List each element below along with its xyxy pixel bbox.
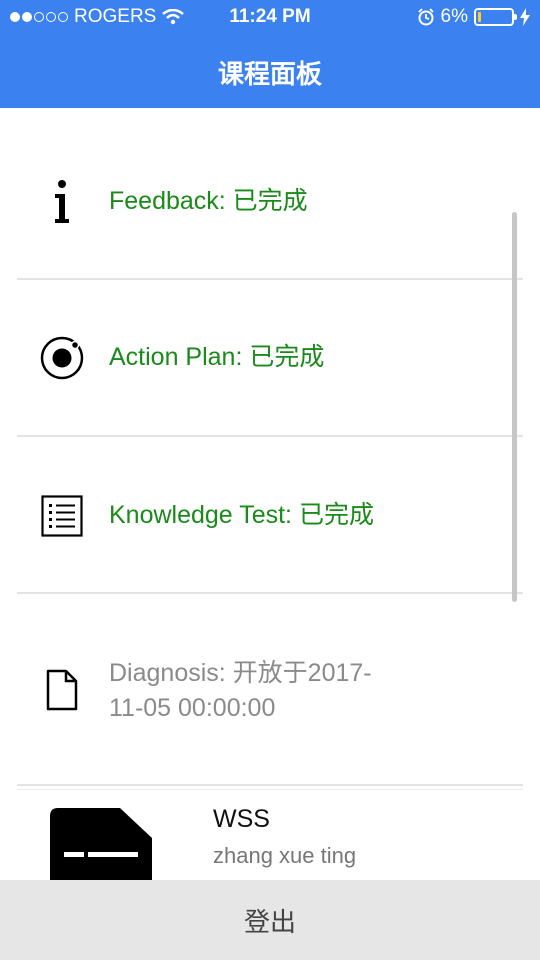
list-item-knowledge-test[interactable]: Knowledge Test: 已完成: [0, 492, 540, 552]
card-title: WSS: [213, 805, 270, 833]
header-area: ROGERS 11:24 PM 6% 课程面板: [0, 0, 540, 108]
divider: [17, 278, 523, 280]
card-subtitle: zhang xue ting: [213, 843, 357, 868]
list-icon: [38, 492, 86, 540]
list-item-label: Action Plan: 已完成: [109, 343, 325, 371]
list-item-diagnosis[interactable]: Diagnosis: 开放于2017- 11-05 00:00:00: [0, 656, 540, 728]
alarm-icon: [417, 8, 434, 26]
battery-percent: 6%: [440, 6, 468, 27]
document-icon: [38, 666, 86, 714]
battery-icon: [474, 8, 517, 26]
list-item-label-line1: Diagnosis: 开放于2017-: [109, 659, 372, 687]
document-icon: [50, 808, 152, 880]
divider: [17, 435, 523, 437]
info-icon: [38, 178, 86, 226]
charging-icon: [520, 8, 530, 26]
scrollbar[interactable]: [512, 212, 517, 602]
list-item-label: Feedback: 已完成: [109, 187, 308, 215]
divider: [17, 789, 523, 790]
status-bar: ROGERS 11:24 PM 6%: [0, 0, 540, 36]
logout-button[interactable]: 登出: [0, 880, 540, 960]
status-right: 6%: [417, 6, 530, 28]
list-item-label: Diagnosis: 开放于2017- 11-05 00:00:00: [109, 656, 372, 726]
list-item-action-plan[interactable]: Action Plan: 已完成: [0, 334, 540, 394]
list-item-label: Knowledge Test: 已完成: [109, 501, 374, 529]
divider: [17, 784, 523, 786]
list-item-label-line2: 11-05 00:00:00: [109, 694, 276, 722]
target-icon: [38, 334, 86, 382]
list-item-feedback[interactable]: Feedback: 已完成: [0, 176, 540, 236]
divider: [17, 592, 523, 594]
page-title: 课程面板: [217, 59, 322, 89]
battery-level: [478, 12, 481, 22]
